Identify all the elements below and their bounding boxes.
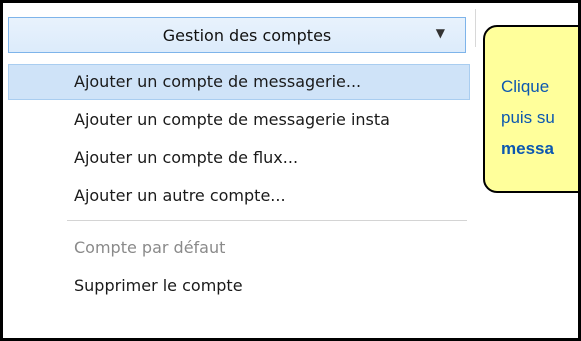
menu-item-add-other-account[interactable]: Ajouter un autre compte... [8,178,470,214]
callout-line-2: puis su [501,108,555,127]
triangle-down-icon: ▼ [435,26,445,40]
menu-item-add-mail-account[interactable]: Ajouter un compte de messagerie... [8,64,470,100]
menu-divider [67,220,467,221]
dropdown-label: Gestion des comptes [162,25,332,45]
menu-item-add-feed-account[interactable]: Ajouter un compte de flux... [8,140,470,176]
callout-text: Clique puis su messa [501,71,555,164]
menu-item-default-account: Compte par défaut [74,238,226,257]
instruction-callout: Clique puis su messa [483,25,578,193]
callout-line-3: messa [501,139,554,158]
menu-item-delete-account[interactable]: Supprimer le compte [8,268,470,304]
callout-line-1: Clique [501,77,550,96]
screenshot-frame: Gestion des comptes ▼ Ajouter un compte … [0,0,581,341]
menu-item-add-chat-account[interactable]: Ajouter un compte de messagerie insta [8,102,470,138]
toolbar-separator [475,9,476,47]
account-management-dropdown[interactable]: Gestion des comptes ▼ [8,17,466,53]
